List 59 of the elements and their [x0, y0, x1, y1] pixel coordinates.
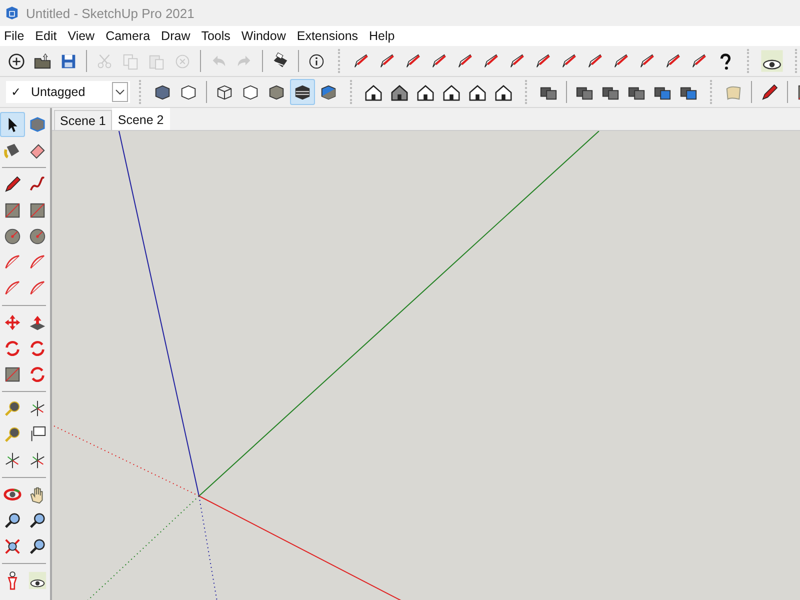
cube-icon — [241, 82, 260, 102]
tag-name: Untagged — [30, 85, 86, 99]
rotate-icon — [28, 339, 48, 358]
pencil-icon — [760, 82, 779, 102]
rectangle-icon — [2, 365, 22, 384]
rectangle-icon — [28, 201, 48, 220]
scissors-icon — [95, 52, 114, 70]
menu-item[interactable]: Draw — [159, 29, 196, 43]
circle-icon — [28, 227, 48, 246]
menu-item[interactable]: Camera — [104, 29, 156, 43]
tag-dropdown[interactable]: ✓ Untagged — [6, 81, 130, 103]
magnifier-icon — [28, 511, 48, 530]
tape-measure-icon — [2, 399, 22, 418]
style-button[interactable] — [290, 79, 315, 105]
circle-icon — [2, 227, 22, 246]
pencil-icon — [2, 175, 22, 194]
menu-item[interactable]: Edit — [33, 29, 63, 43]
rotate-icon — [28, 365, 48, 384]
move-arrows-icon — [2, 313, 22, 332]
eye-icon — [28, 571, 48, 590]
house-icon — [390, 82, 409, 102]
rotate-icon — [2, 339, 22, 358]
cube-icon — [179, 82, 198, 102]
folder-icon — [33, 52, 52, 70]
cube-icon — [319, 82, 338, 102]
house-icon — [442, 82, 461, 102]
paint-bucket-icon — [2, 141, 22, 160]
copy-icon — [121, 52, 140, 70]
tape-measure-icon — [2, 425, 22, 444]
menu-item[interactable]: Extensions — [294, 29, 364, 43]
house-icon — [416, 82, 435, 102]
check-mark: ✓ — [10, 85, 22, 99]
zoom-extents-icon — [2, 537, 22, 556]
menu-item[interactable]: Window — [239, 29, 292, 43]
house-icon — [364, 82, 383, 102]
toolbar-button[interactable] — [758, 48, 786, 74]
box-icon — [28, 115, 48, 134]
menu-item[interactable]: Tools — [199, 29, 236, 43]
striped-cube-icon — [293, 82, 312, 102]
new-file-icon — [7, 52, 26, 70]
rectangle-icon — [2, 201, 22, 220]
cube-icon — [267, 82, 286, 102]
cube-icon — [153, 82, 172, 102]
app-logo-icon — [4, 5, 20, 21]
menu-item[interactable]: File — [2, 29, 30, 43]
magnifier-icon — [2, 511, 22, 530]
scene-tab[interactable]: Scene 1 — [54, 110, 112, 130]
info-icon — [307, 52, 326, 70]
push-pull-icon — [28, 313, 48, 332]
magnifier-icon — [28, 537, 48, 556]
house-icon — [468, 82, 487, 102]
window-title: Untitled - SketchUp Pro 2021 — [26, 6, 194, 20]
tool-button[interactable] — [0, 112, 24, 137]
house-icon — [494, 82, 513, 102]
menu-item[interactable]: Help — [367, 29, 401, 43]
scene-tab[interactable]: Scene 2 — [112, 108, 170, 130]
wireframe-cube-icon — [215, 82, 234, 102]
eye-icon — [760, 49, 784, 73]
menu-item[interactable]: View — [66, 29, 101, 43]
